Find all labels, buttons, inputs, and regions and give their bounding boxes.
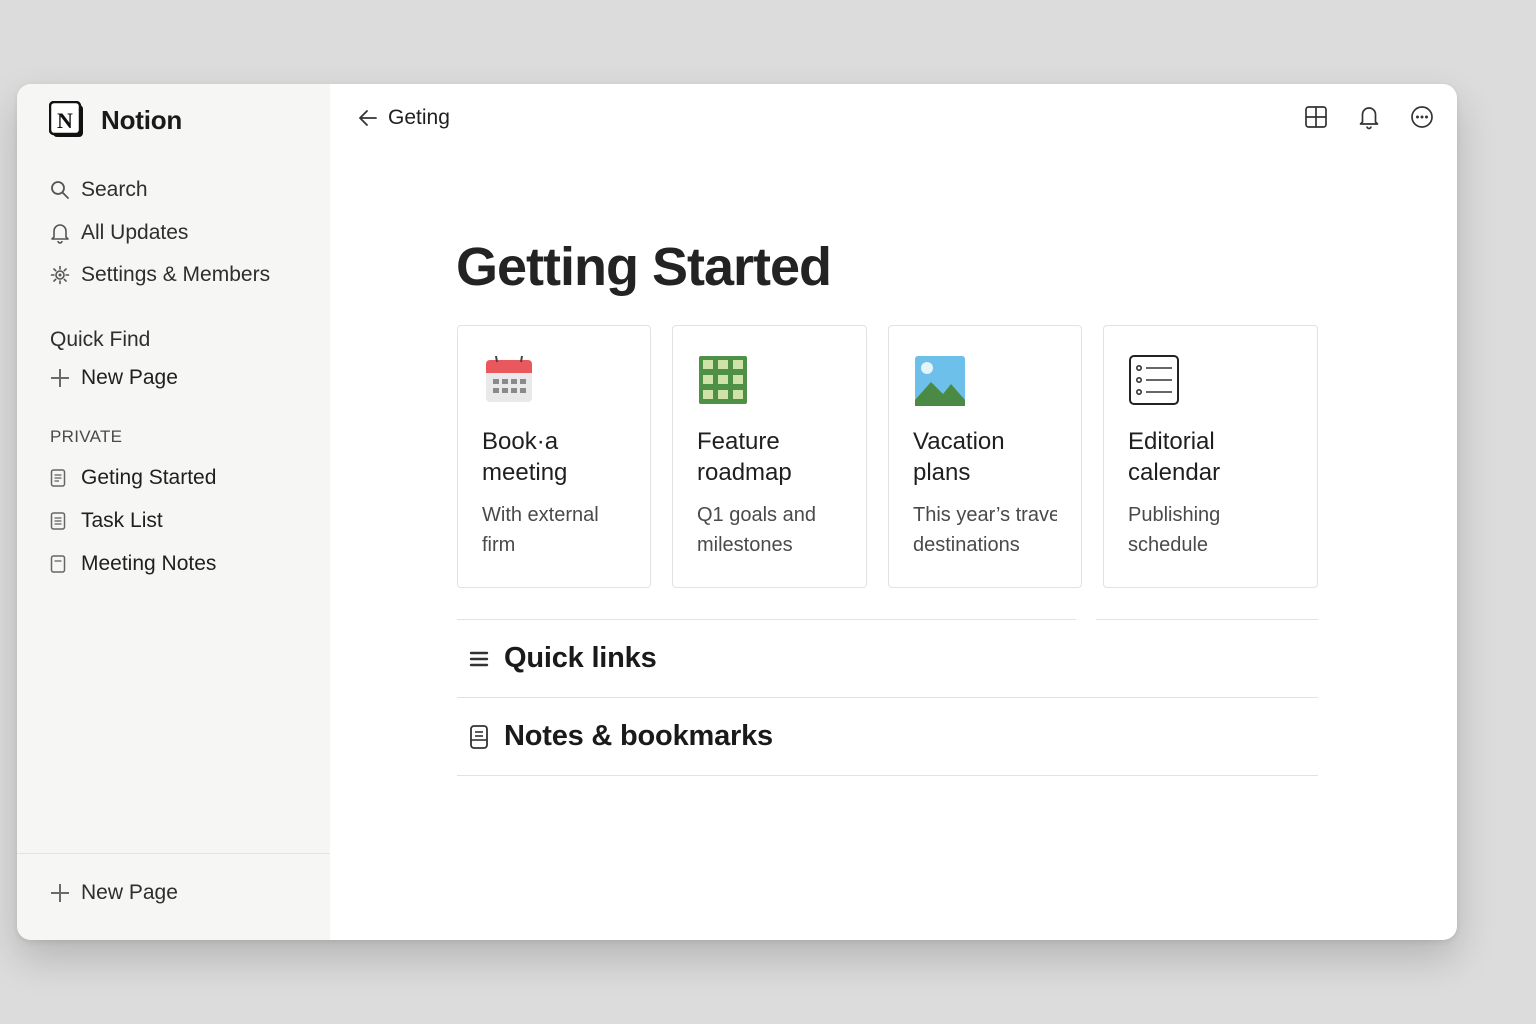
card-description: This year’s travel destinations	[913, 504, 1057, 556]
page-icon	[50, 511, 66, 530]
section-quick-links[interactable]: Quick links	[457, 620, 1318, 698]
calendar-icon	[482, 354, 534, 406]
app-window: N Notion Search All Updates Settings & M…	[17, 84, 1457, 940]
sidebar-item-label: Settings & Members	[81, 263, 271, 287]
sidebar-item-label: Search	[81, 178, 148, 202]
sidebar-item-settings[interactable]: Settings & Members	[49, 254, 270, 297]
card-description: Q1 goals and milestones	[697, 504, 816, 556]
breadcrumb-label: Geting	[388, 106, 450, 129]
sidebar: N Notion Search All Updates Settings & M…	[17, 84, 330, 940]
sidebar-footer: New Page	[17, 853, 330, 940]
layout-grid-icon[interactable]	[1303, 104, 1329, 130]
card-title: Vacation plans	[913, 428, 1005, 486]
checklist-icon	[1128, 354, 1180, 406]
page-label: Geting Started	[81, 465, 217, 489]
section-notes-bookmarks[interactable]: Notes & bookmarks	[457, 698, 1318, 776]
section-title: Notes & bookmarks	[504, 720, 773, 752]
page-label: Meeting Notes	[81, 551, 217, 575]
image-icon	[913, 354, 965, 406]
new-page-button[interactable]: New Page	[50, 366, 178, 390]
sidebar-item-all-updates[interactable]: All Updates	[49, 212, 270, 255]
new-page-label: New Page	[81, 366, 178, 389]
table-grid-icon	[697, 354, 749, 406]
svg-text:N: N	[57, 108, 73, 133]
plus-icon	[50, 883, 70, 903]
top-actions	[1303, 104, 1435, 130]
sidebar-item-search[interactable]: Search	[49, 169, 270, 212]
card-title: Feature roadmap	[697, 428, 792, 486]
page-icon	[50, 468, 66, 487]
card-vacation-plans[interactable]: Vacation plans This year’s travel destin…	[888, 325, 1082, 588]
footer-new-page-label: New Page	[81, 881, 178, 904]
app-name: Notion	[101, 104, 183, 135]
more-icon[interactable]	[1409, 104, 1435, 130]
notes-icon	[467, 724, 491, 749]
list-icon	[467, 647, 491, 671]
sidebar-page-meeting-notes[interactable]: Meeting Notes	[50, 542, 216, 585]
notion-logo-icon: N	[48, 100, 85, 139]
main-content: Geting Getting Started Book·a meeting Wi…	[330, 84, 1457, 940]
card-title: Editorial calendar	[1128, 428, 1221, 486]
quick-find-button[interactable]: Quick Find	[50, 328, 150, 352]
gear-icon	[49, 264, 71, 286]
brand[interactable]: N Notion	[48, 100, 183, 140]
plus-icon	[50, 368, 70, 388]
page-title: Getting Started	[456, 237, 832, 297]
sidebar-item-label: All Updates	[81, 220, 189, 244]
sidebar-page-getting-started[interactable]: Geting Started	[50, 456, 216, 499]
card-description: With external firm	[482, 504, 599, 556]
sidebar-page-task-list[interactable]: Task List	[50, 499, 216, 542]
card-feature-roadmap[interactable]: Feature roadmap Q1 goals and milestones	[672, 325, 867, 588]
bell-icon[interactable]	[1356, 104, 1382, 130]
sidebar-nav: Search All Updates Settings & Members	[49, 169, 270, 297]
arrow-left-icon	[359, 110, 377, 126]
section-title: Quick links	[504, 642, 657, 674]
footer-new-page-button[interactable]: New Page	[50, 881, 178, 905]
bell-icon	[49, 222, 71, 244]
card-book-meeting[interactable]: Book·a meeting With external firm	[457, 325, 651, 588]
page-icon	[50, 554, 66, 573]
private-pages-list: Geting Started Task List Meeting Notes	[50, 456, 216, 585]
page-label: Task List	[81, 508, 163, 532]
card-editorial-calendar[interactable]: Editorial calendar Publishing schedule	[1103, 325, 1318, 588]
search-icon	[49, 179, 71, 201]
card-title: Book·a meeting	[482, 428, 568, 486]
section-label-private: PRIVATE	[50, 427, 123, 446]
breadcrumb[interactable]: Geting	[358, 106, 450, 130]
card-description: Publishing schedule	[1128, 504, 1221, 556]
